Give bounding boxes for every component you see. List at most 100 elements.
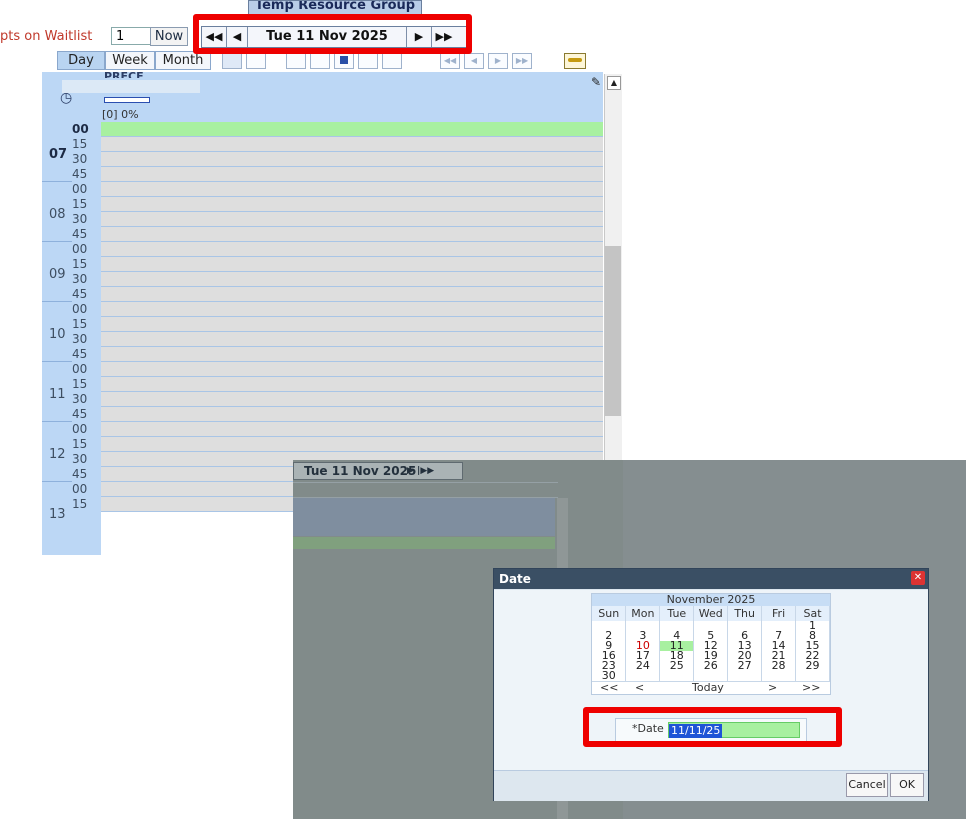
time-slot-row[interactable]: [101, 167, 603, 182]
ok-button[interactable]: OK: [890, 773, 924, 797]
dialog-title: Date: [499, 572, 531, 586]
time-slot-row[interactable]: [101, 392, 603, 407]
toolbar: ◀◀ ◀ ▶ ▶▶: [222, 53, 592, 69]
hour-separator: [42, 301, 72, 302]
time-slot-row[interactable]: [101, 152, 603, 167]
hour-label: 11: [49, 387, 66, 402]
calendar-day[interactable]: 25: [659, 660, 695, 671]
calendar-empty-cell: [761, 671, 797, 681]
next-year-button[interactable]: >>: [802, 682, 820, 694]
calendar: November 2025 Sun Mon Tue Wed Thu Fri Sat 1234…: [591, 593, 831, 695]
clock-icon[interactable]: ◷: [60, 90, 72, 106]
cancel-button[interactable]: Cancel: [846, 773, 888, 797]
minute-label: 15: [72, 317, 88, 331]
time-slot-row[interactable]: [101, 377, 603, 392]
hour-separator: [42, 241, 72, 242]
dimmed-date-navigator: Tue 11 Nov 2025 ▶ |▶▶: [293, 462, 463, 480]
dimmed-date-label: Tue 11 Nov 2025: [304, 464, 417, 478]
weekday-header: Tue: [659, 606, 695, 621]
prev-page-icon[interactable]: ◀: [464, 53, 484, 69]
minute-label: 15: [72, 437, 88, 451]
minute-label: 15: [72, 257, 88, 271]
time-slot-row[interactable]: [101, 287, 603, 302]
edit-icon[interactable]: ✎: [591, 75, 601, 89]
time-slot-row[interactable]: [101, 257, 603, 272]
move-icon[interactable]: [310, 53, 330, 69]
time-slot-row[interactable]: [101, 437, 603, 452]
time-slot-row[interactable]: [101, 242, 603, 257]
minute-label: 30: [72, 332, 88, 346]
minute-label: 45: [72, 407, 88, 421]
minute-label: 00: [72, 302, 88, 316]
time-slot-row[interactable]: [101, 197, 603, 212]
scroll-up-arrow[interactable]: ▲: [607, 76, 621, 90]
close-icon[interactable]: ✕: [911, 571, 925, 585]
add-appointment-icon[interactable]: [286, 53, 306, 69]
calendar-day[interactable]: 30: [592, 670, 627, 681]
minute-label: 45: [72, 467, 88, 481]
weekday-header: Wed: [693, 606, 729, 621]
paste-icon[interactable]: [382, 53, 402, 69]
key-icon[interactable]: [564, 53, 586, 69]
tab-week[interactable]: Week: [105, 51, 155, 70]
dimmed-toolbar: [293, 482, 558, 498]
minute-label: 00: [72, 242, 88, 256]
weekday-header: Mon: [625, 606, 661, 621]
calendar-month-label: November 2025: [592, 594, 830, 606]
progress-bar: [104, 97, 150, 103]
first-page-icon[interactable]: ◀◀: [440, 53, 460, 69]
time-slot-row[interactable]: [101, 407, 603, 422]
last-page-icon[interactable]: ▶▶: [512, 53, 532, 69]
minute-label: 30: [72, 392, 88, 406]
time-slot-row[interactable]: [101, 182, 603, 197]
date-dialog: Date ✕ November 2025 Sun Mon Tue Wed Thu Fri S…: [493, 568, 929, 801]
scroll-thumb[interactable]: [605, 246, 621, 416]
today-button[interactable]: Today: [692, 682, 724, 694]
minute-label: 45: [72, 167, 88, 181]
time-slot-row[interactable]: [101, 122, 603, 137]
minute-label: 00: [72, 362, 88, 376]
home-icon[interactable]: [334, 53, 354, 69]
time-slot-row[interactable]: [101, 422, 603, 437]
calendar-empty-cell: [693, 671, 729, 681]
calendar-nav: << < Today > >>: [592, 681, 830, 694]
time-slot-row[interactable]: [101, 212, 603, 227]
time-slot-row[interactable]: [101, 137, 603, 152]
prev-month-button[interactable]: <: [635, 682, 644, 694]
calendar-day[interactable]: 28: [761, 660, 797, 671]
calendar-empty-cell: [795, 671, 830, 681]
calendar-day[interactable]: 26: [693, 660, 729, 671]
calendar-day[interactable]: 24: [625, 660, 661, 671]
minute-label: 15: [72, 137, 88, 151]
calendar-empty-cell: [625, 671, 661, 681]
calendar-empty-cell: [727, 671, 763, 681]
minute-label: 15: [72, 497, 88, 511]
now-button[interactable]: Now: [150, 27, 188, 46]
time-slot-row[interactable]: [101, 302, 603, 317]
weekday-header: Thu: [727, 606, 763, 621]
time-slot-row[interactable]: [101, 332, 603, 347]
tab-day[interactable]: Day: [57, 51, 105, 70]
layout-split-icon[interactable]: [246, 53, 266, 69]
minute-label: 30: [72, 152, 88, 166]
time-slot-row[interactable]: [101, 227, 603, 242]
grid-header: PRECE ◷ [0] 0% ✎: [42, 72, 603, 122]
copy-icon[interactable]: [358, 53, 378, 69]
time-slot-row[interactable]: [101, 362, 603, 377]
minute-label: 15: [72, 197, 88, 211]
next-month-button[interactable]: >: [768, 682, 777, 694]
time-slot-row[interactable]: [101, 317, 603, 332]
minute-label: 45: [72, 227, 88, 241]
minute-label: 00: [72, 182, 88, 196]
time-slot-row[interactable]: [101, 347, 603, 362]
hour-label: 08: [49, 207, 66, 222]
layout-single-icon[interactable]: [222, 53, 242, 69]
calendar-day[interactable]: 29: [795, 660, 830, 671]
waitlist-label: pts on Waitlist: [0, 29, 93, 44]
time-slot-row[interactable]: [101, 272, 603, 287]
hour-label: 12: [49, 447, 66, 462]
calendar-day[interactable]: 27: [727, 660, 763, 671]
prev-year-button[interactable]: <<: [600, 682, 618, 694]
next-page-icon[interactable]: ▶: [488, 53, 508, 69]
minute-label: 45: [72, 287, 88, 301]
